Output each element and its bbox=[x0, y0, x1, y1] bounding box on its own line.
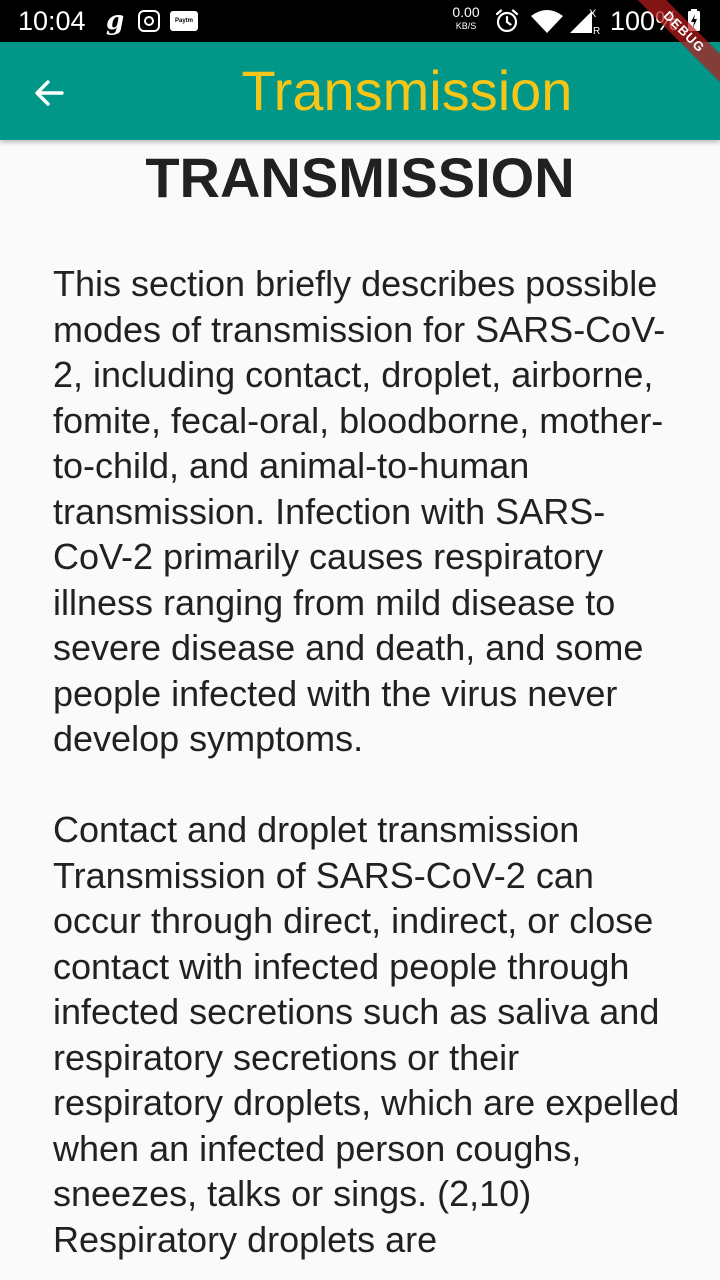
svg-text:X: X bbox=[589, 8, 597, 20]
instagram-icon bbox=[138, 10, 160, 32]
paytm-icon: Paytm bbox=[170, 11, 198, 31]
svg-text:R: R bbox=[593, 26, 600, 35]
g-icon: g bbox=[106, 6, 125, 36]
wifi-icon bbox=[531, 10, 563, 33]
app-bar: Transmission bbox=[0, 42, 720, 140]
system-icons: X R bbox=[494, 7, 600, 35]
body-text: This section briefly describes possible … bbox=[53, 263, 680, 1260]
alarm-icon bbox=[495, 9, 519, 33]
screen: 10:04 g Paytm 0.00 KB/S X R 100% Transmi… bbox=[0, 0, 720, 1280]
app-bar-title: Transmission bbox=[241, 59, 573, 122]
network-speed: 0.00 KB/S bbox=[446, 4, 486, 32]
status-bar: 10:04 g Paytm 0.00 KB/S X R 100% bbox=[0, 0, 720, 42]
notification-icons: g Paytm bbox=[106, 8, 198, 34]
network-speed-value: 0.00 bbox=[452, 4, 480, 20]
network-speed-unit: KB/S bbox=[455, 21, 477, 31]
page-heading: TRANSMISSION bbox=[145, 146, 575, 209]
cellular-signal-icon: X R bbox=[570, 8, 600, 35]
scrollable-content[interactable]: TRANSMISSION This section briefly descri… bbox=[0, 140, 720, 1280]
status-time: 10:04 bbox=[18, 6, 86, 36]
